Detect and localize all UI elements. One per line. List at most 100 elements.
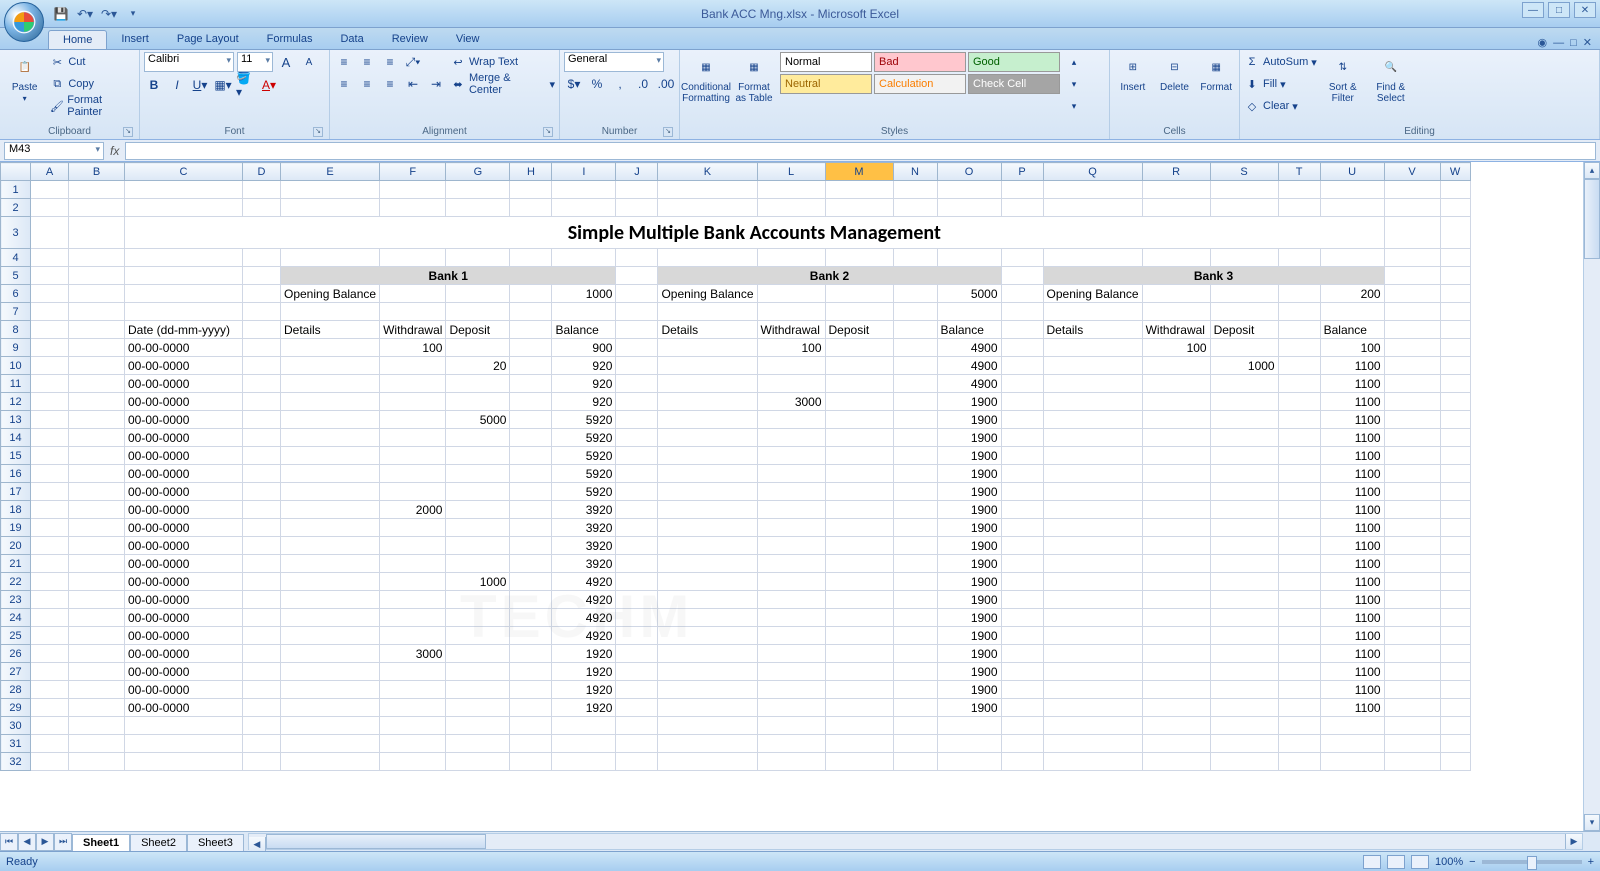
cell[interactable] [1001,591,1043,609]
cell[interactable] [757,681,825,699]
col-header-F[interactable]: F [380,163,446,181]
col-header-Q[interactable]: Q [1043,163,1142,181]
cell[interactable] [1142,663,1210,681]
cell[interactable]: 1100 [1320,393,1384,411]
cell[interactable] [1278,555,1320,573]
cell[interactable] [1001,483,1043,501]
cell[interactable] [446,199,510,217]
page-break-view-icon[interactable] [1411,855,1429,869]
cell[interactable] [1210,483,1278,501]
cell[interactable] [281,393,380,411]
cell[interactable]: 00-00-0000 [125,483,243,501]
cell[interactable] [1001,717,1043,735]
cell[interactable]: 100 [380,339,446,357]
cell[interactable]: 1100 [1320,699,1384,717]
cell[interactable]: 00-00-0000 [125,501,243,519]
cell[interactable] [1001,375,1043,393]
cell[interactable] [31,285,69,303]
cell[interactable] [125,285,243,303]
cell[interactable] [757,357,825,375]
cell[interactable] [1384,483,1440,501]
fx-icon[interactable]: fx [110,144,119,158]
cell[interactable] [825,339,893,357]
cell[interactable]: Opening Balance [1043,285,1142,303]
cell[interactable] [757,519,825,537]
cell[interactable] [893,483,937,501]
autosum-button[interactable]: ΣAutoSum▾ [1244,52,1317,72]
align-middle-icon[interactable]: ≡ [357,52,377,72]
cell[interactable]: 4920 [552,627,616,645]
cell[interactable]: 1900 [937,429,1001,447]
cell[interactable] [757,555,825,573]
cell[interactable] [1384,555,1440,573]
cell[interactable] [510,501,552,519]
cell[interactable] [380,465,446,483]
cell[interactable] [1043,573,1142,591]
cell[interactable] [1001,663,1043,681]
align-bottom-icon[interactable]: ≡ [380,52,400,72]
cell[interactable] [243,321,281,339]
cell[interactable] [446,483,510,501]
cell[interactable] [616,429,658,447]
cell[interactable] [1440,393,1470,411]
cell[interactable] [1210,501,1278,519]
number-format-combo[interactable]: General [564,52,664,72]
cell[interactable] [658,393,757,411]
cell[interactable] [1001,267,1043,285]
cell[interactable] [825,393,893,411]
alignment-launcher-icon[interactable]: ↘ [543,127,553,137]
cell[interactable] [1210,609,1278,627]
scroll-down-icon[interactable]: ▾ [1584,814,1600,831]
cell[interactable] [937,181,1001,199]
cell[interactable]: Bank 1 [281,267,616,285]
cell[interactable]: 1900 [937,663,1001,681]
cell[interactable] [1384,267,1440,285]
cell[interactable] [243,411,281,429]
cell[interactable] [31,465,69,483]
cell[interactable]: 00-00-0000 [125,447,243,465]
cell[interactable]: 3000 [380,645,446,663]
cell[interactable] [1440,555,1470,573]
cell[interactable] [69,217,125,249]
cell[interactable] [1142,627,1210,645]
cell[interactable]: Details [281,321,380,339]
cell[interactable] [757,465,825,483]
cell[interactable] [658,429,757,447]
cell[interactable]: 1100 [1320,357,1384,375]
cell[interactable] [281,699,380,717]
cell[interactable] [1384,181,1440,199]
col-header-S[interactable]: S [1210,163,1278,181]
cell[interactable] [893,609,937,627]
cell[interactable] [1278,501,1320,519]
cell[interactable] [1384,285,1440,303]
cell[interactable] [937,199,1001,217]
cell[interactable] [281,753,380,771]
cell[interactable] [893,501,937,519]
worksheet-grid[interactable]: ABCDEFGHIJKLMNOPQRSTUVW123Simple Multipl… [0,162,1600,831]
cell[interactable] [1320,753,1384,771]
cell[interactable] [1001,411,1043,429]
cell[interactable] [281,249,380,267]
cell[interactable] [446,645,510,663]
cell[interactable] [1210,645,1278,663]
cell[interactable] [1142,375,1210,393]
cell[interactable]: 1100 [1320,627,1384,645]
cell[interactable]: 1900 [937,519,1001,537]
cell[interactable] [825,447,893,465]
cell[interactable] [380,447,446,465]
style-check-cell[interactable]: Check Cell [968,74,1060,94]
cell[interactable] [243,447,281,465]
cell[interactable] [658,465,757,483]
cell[interactable] [1043,645,1142,663]
cell[interactable] [1384,303,1440,321]
cell[interactable] [510,249,552,267]
save-icon[interactable]: 💾 [52,5,70,23]
row-header-27[interactable]: 27 [1,663,31,681]
currency-icon[interactable]: $▾ [564,74,584,94]
cell[interactable] [1278,717,1320,735]
cell[interactable] [552,735,616,753]
cell[interactable] [243,429,281,447]
cell[interactable] [1440,573,1470,591]
cell[interactable] [757,411,825,429]
cell[interactable] [243,465,281,483]
